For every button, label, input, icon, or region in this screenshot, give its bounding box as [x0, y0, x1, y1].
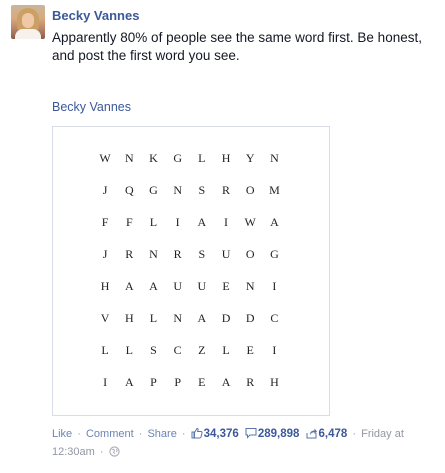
shared-from-link[interactable]: Becky Vannes — [52, 100, 131, 114]
grid-letter: G — [270, 247, 279, 261]
grid-letter: N — [245, 279, 255, 293]
grid-letter: J — [102, 183, 108, 197]
grid-letter: R — [246, 375, 255, 389]
grid-letter: D — [245, 311, 255, 325]
grid-letter: W — [99, 151, 111, 165]
grid-row: J R N R S UO G — [93, 247, 289, 279]
grid-letter: A — [197, 311, 207, 325]
comment-count-group[interactable]: 289,898 — [245, 428, 303, 440]
grid-letter: I — [272, 279, 277, 293]
grid-letter: N — [149, 247, 158, 261]
grid-letter: K — [149, 151, 158, 165]
grid-letter: M — [269, 183, 280, 197]
grid-letter: L — [222, 343, 230, 357]
like-link[interactable]: Like — [52, 428, 72, 440]
separator: · — [181, 428, 186, 440]
grid-letter: H — [221, 151, 231, 165]
comment-bubble-icon — [245, 427, 257, 444]
grid-letter: U — [221, 247, 231, 261]
grid-row: LLSCZLEI — [93, 343, 289, 375]
grid-letter: S — [198, 183, 206, 197]
grid-letter: P — [174, 375, 181, 389]
share-link[interactable]: Share — [147, 428, 176, 440]
post-text: Apparently 80% of people see the same wo… — [52, 30, 422, 63]
post-footer: Like · Comment · Share · 34,376 289,898 … — [52, 426, 437, 462]
grid-letter: W — [244, 215, 256, 229]
grid-letter: A — [124, 279, 134, 293]
grid-letter: R — [222, 183, 231, 197]
word-search-grid: WNKGLHYNJQGNSROMFFLIAIWAJRNRSUOGHAAUUENI… — [93, 151, 289, 407]
grid-letter: H — [100, 279, 110, 293]
separator: · — [352, 428, 357, 440]
grid-letter: I — [224, 215, 229, 229]
grid-letter: R — [125, 247, 134, 261]
grid-letter: L — [101, 343, 109, 357]
comment-count: 289,898 — [257, 428, 300, 440]
share-icon — [306, 427, 318, 444]
grid-letter: I — [175, 215, 180, 229]
grid-letter: Z — [198, 343, 206, 357]
grid-letter: G — [173, 151, 182, 165]
grid-letter: Y — [245, 151, 255, 165]
globe-icon[interactable] — [108, 446, 120, 462]
grid-letter: L — [149, 311, 158, 325]
grid-letter: G — [149, 183, 158, 197]
grid-letter: S — [150, 343, 157, 357]
grid-letter: A — [149, 279, 158, 293]
grid-letter: R — [173, 247, 182, 261]
grid-letter: F — [101, 215, 109, 229]
grid-letter: N — [173, 183, 182, 197]
grid-letter: F — [125, 215, 133, 229]
grid-letter: D — [221, 311, 231, 325]
comment-link[interactable]: Comment — [86, 428, 134, 440]
grid-letter: P — [150, 375, 157, 389]
avatar-face — [22, 13, 34, 28]
grid-letter: A — [124, 375, 134, 389]
separator: · — [77, 428, 81, 440]
grid-letter: U — [173, 279, 182, 293]
grid-letter: A — [270, 215, 279, 229]
grid-row: FFLIAIWA — [93, 215, 289, 247]
grid-letter: V — [100, 311, 110, 325]
author-name-link[interactable]: Becky Vannes — [52, 8, 139, 23]
separator: · — [138, 428, 143, 440]
grid-letter: H — [124, 311, 134, 325]
grid-letter: A — [221, 375, 231, 389]
grid-letter: N — [124, 151, 134, 165]
grid-letter: H — [270, 375, 279, 389]
avatar-shirt — [15, 29, 41, 39]
grid-letter: L — [125, 343, 133, 357]
grid-letter: L — [198, 151, 206, 165]
grid-letter: J — [102, 247, 108, 261]
grid-letter: E — [222, 279, 230, 293]
thumbs-up-icon — [191, 427, 203, 444]
grid-letter: I — [272, 343, 277, 357]
grid-row: VHLNADDC — [93, 311, 289, 343]
grid-letter: L — [149, 215, 158, 229]
grid-row: WNKGLHYN — [93, 151, 289, 183]
grid-row: IAPPEARH — [93, 375, 289, 407]
grid-letter: O — [245, 183, 255, 197]
grid-row: HAAUUENI — [93, 279, 289, 311]
separator: · — [99, 446, 104, 458]
like-count-group[interactable]: 34,376 — [191, 427, 242, 440]
share-count-group[interactable]: 6,478 — [306, 428, 351, 440]
grid-letter: I — [103, 375, 108, 389]
grid-letter: E — [198, 375, 206, 389]
post-photo[interactable]: WNKGLHYNJQGNSROMFFLIAIWAJRNRSUOGHAAUUENI… — [52, 126, 330, 416]
author-avatar[interactable] — [11, 5, 45, 39]
share-count: 6,478 — [318, 428, 348, 440]
grid-letter: N — [173, 311, 182, 325]
grid-row: J Q G N S ROM — [93, 183, 289, 215]
grid-letter: E — [246, 343, 254, 357]
grid-letter: S — [198, 247, 206, 261]
grid-letter: U — [197, 279, 207, 293]
grid-letter: A — [197, 215, 207, 229]
grid-letter: O — [245, 247, 255, 261]
grid-letter: C — [270, 311, 279, 325]
grid-letter: N — [270, 151, 279, 165]
like-count: 34,376 — [203, 428, 239, 440]
grid-letter: C — [173, 343, 182, 357]
grid-letter: Q — [124, 183, 134, 197]
